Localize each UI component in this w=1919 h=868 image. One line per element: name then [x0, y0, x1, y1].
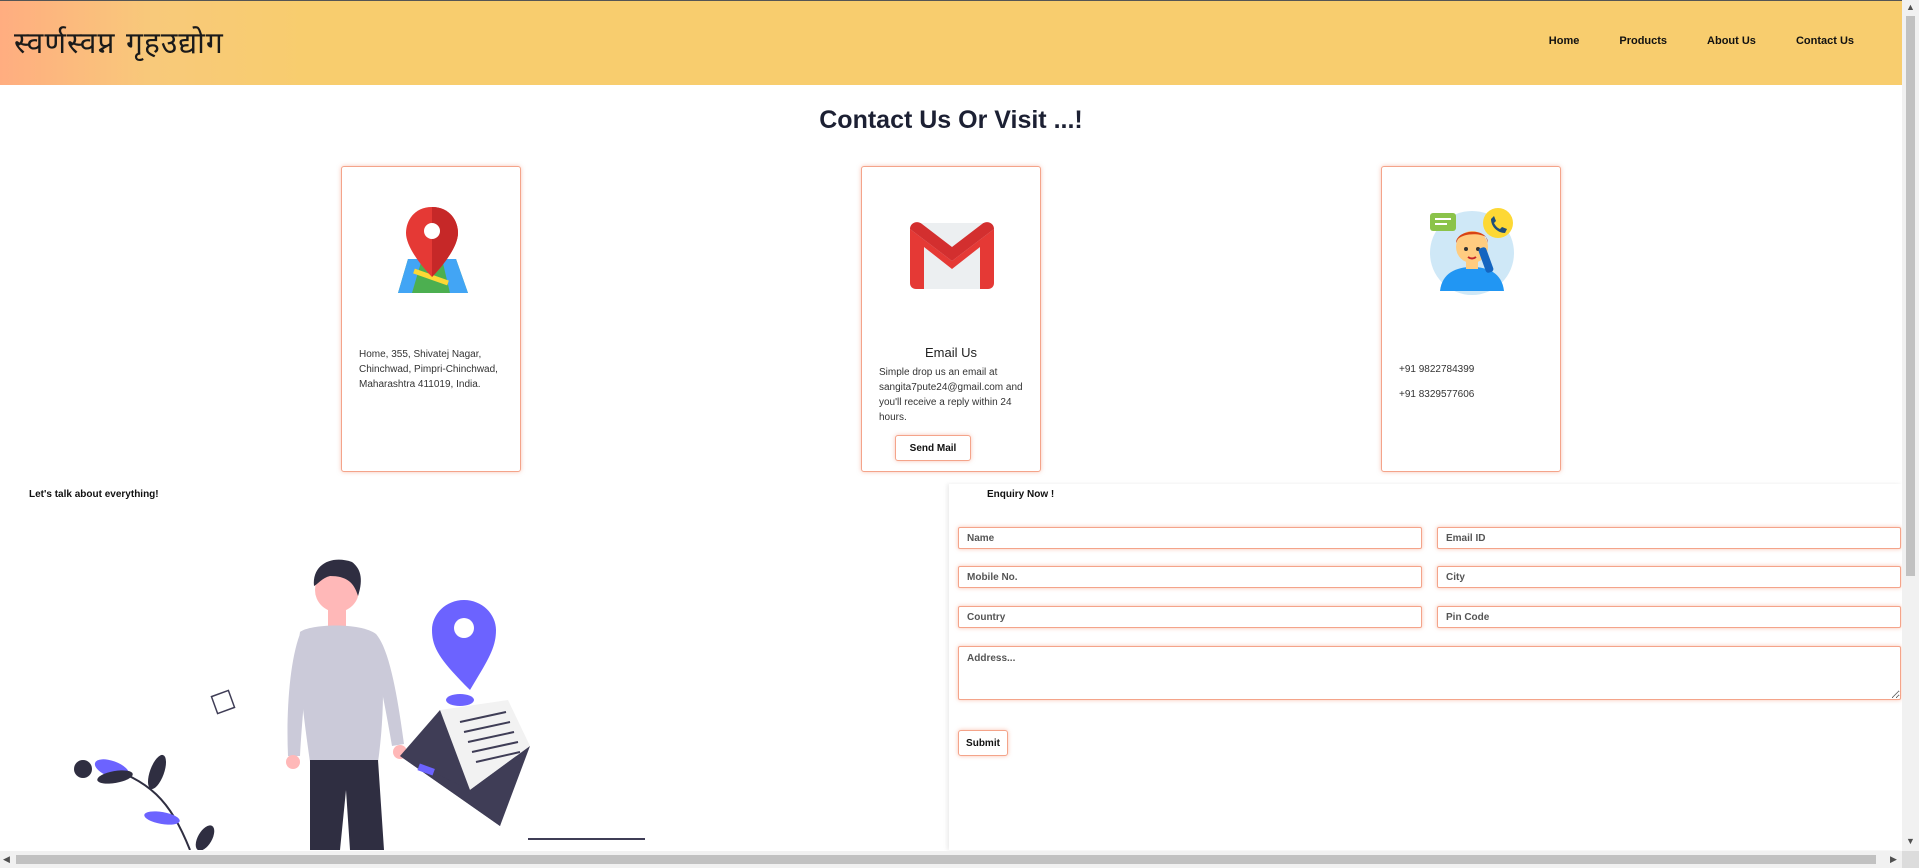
gmail-icon	[910, 222, 994, 289]
tagline: Let's talk about everything!	[29, 489, 159, 500]
pincode-input[interactable]	[1437, 606, 1901, 628]
submit-button[interactable]: Submit	[958, 730, 1008, 756]
email-card-title: Email Us	[924, 345, 977, 360]
address-textarea[interactable]	[958, 646, 1901, 700]
scrollbar-corner	[1902, 851, 1919, 868]
phone-number-1[interactable]: +91 9822784399	[1399, 362, 1548, 377]
brand-logo-text[interactable]: स्वर्णस्वप्न गृहउद्योग	[14, 21, 224, 62]
mobile-input[interactable]	[958, 566, 1422, 588]
nav-contact-link[interactable]: Contact Us	[1796, 35, 1854, 47]
horizontal-scrollbar[interactable]: ◀ ▶	[0, 851, 1902, 868]
nav-home-link[interactable]: Home	[1549, 35, 1580, 47]
phone-card: +91 9822784399 +91 8329577606	[1381, 166, 1561, 472]
main-nav: Home Products About Us Contact Us	[1549, 35, 1854, 47]
name-input[interactable]	[958, 527, 1422, 549]
nav-about-link[interactable]: About Us	[1707, 35, 1756, 47]
horizontal-scroll-thumb[interactable]	[16, 855, 1876, 864]
page-title: Contact Us Or Visit ...!	[819, 106, 1083, 134]
email-card-text: Simple drop us an email at sangita7pute2…	[879, 367, 1023, 423]
vertical-scrollbar[interactable]: ▲ ▼	[1902, 0, 1919, 851]
customer-support-icon	[1430, 208, 1514, 295]
enquiry-heading: Enquiry Now !	[987, 489, 1055, 500]
address-text: Home, 355, Shivatej Nagar, Chinchwad, Pi…	[359, 349, 498, 390]
site-header: स्वर्णस्वप्न गृहउद्योग Home Products Abo…	[0, 0, 1902, 85]
phone-number-2[interactable]: +91 8329577606	[1399, 387, 1548, 402]
nav-products-link[interactable]: Products	[1619, 35, 1667, 47]
scroll-left-arrow-icon[interactable]: ◀	[3, 854, 10, 865]
map-location-icon	[398, 207, 468, 293]
city-input[interactable]	[1437, 566, 1901, 588]
enquiry-form-panel: Enquiry Now ! Submit	[949, 484, 1902, 850]
scroll-down-arrow-icon[interactable]: ▼	[1906, 836, 1915, 846]
email-card: Email Us Simple drop us an email at sang…	[861, 166, 1041, 472]
contact-illustration	[74, 559, 645, 850]
address-card: Home, 355, Shivatej Nagar, Chinchwad, Pi…	[341, 166, 521, 472]
country-input[interactable]	[958, 606, 1422, 628]
scroll-up-arrow-icon[interactable]: ▲	[1906, 2, 1915, 12]
vertical-scroll-thumb[interactable]	[1906, 16, 1915, 576]
send-mail-button[interactable]: Send Mail	[895, 435, 971, 461]
scroll-right-arrow-icon[interactable]: ▶	[1890, 854, 1897, 865]
email-input[interactable]	[1437, 527, 1901, 549]
